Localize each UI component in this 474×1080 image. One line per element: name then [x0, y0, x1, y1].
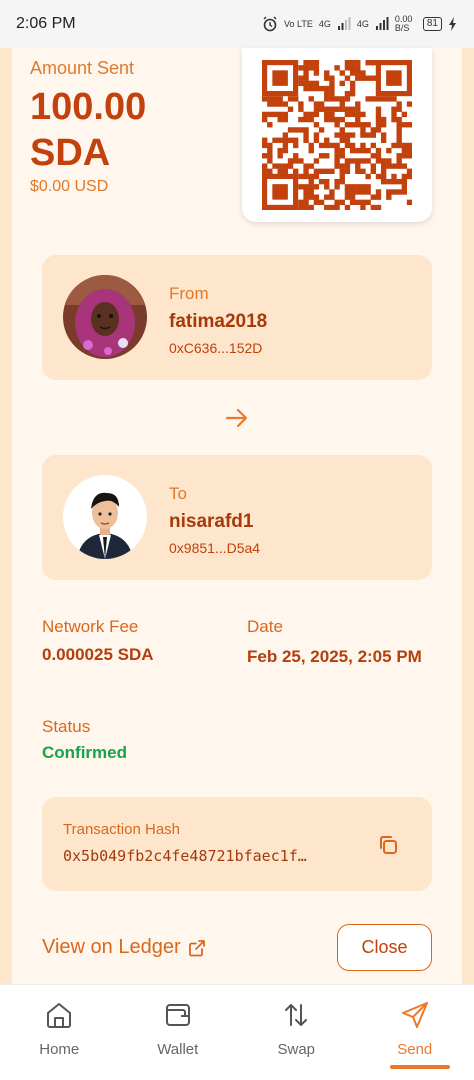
- amount-usd: $0.00 USD: [30, 178, 109, 195]
- network-speed: 0.00 B/S: [394, 14, 413, 33]
- nav-label-swap: Swap: [277, 1041, 316, 1058]
- transaction-hash-value: 0x5b049fb2c4fe48721bfaec1f…: [63, 847, 307, 865]
- nav-item-send[interactable]: Send: [356, 985, 474, 1080]
- from-card: From fatima2018 0xC636...152D: [42, 255, 432, 380]
- date-value: Feb 25, 2025, 2:05 PM: [247, 647, 422, 666]
- arrow-right-icon: [225, 408, 248, 428]
- network-fee-label: Network Fee: [42, 617, 139, 636]
- to-avatar: [63, 475, 147, 559]
- nav-item-swap[interactable]: Swap: [237, 985, 356, 1080]
- battery-icon: 81: [422, 17, 442, 31]
- network-4g-1: 4G: [318, 19, 331, 29]
- from-avatar: [63, 275, 147, 359]
- status-badge: Confirmed: [42, 743, 127, 762]
- to-card: To nisarafd1 0x9851...D5a4: [42, 455, 432, 580]
- to-label: To: [169, 484, 187, 503]
- nav-label-home: Home: [39, 1041, 80, 1058]
- signal-icon: [337, 17, 351, 30]
- to-address: 0x9851...D5a4: [169, 540, 261, 556]
- network-fee-value: 0.000025 SDA: [42, 645, 154, 664]
- nav-item-home[interactable]: Home: [0, 985, 119, 1080]
- nav-label-send: Send: [397, 1041, 433, 1058]
- status-label: Status: [42, 717, 91, 736]
- signal-icon: [375, 17, 389, 30]
- date-label: Date: [247, 617, 283, 636]
- network-4g-2: 4G: [356, 19, 369, 29]
- volte-indicator: Vo LTE: [283, 19, 313, 29]
- view-on-ledger-link[interactable]: View on Ledger: [42, 936, 207, 959]
- from-label: From: [169, 284, 209, 303]
- nav-label-wallet: Wallet: [157, 1041, 199, 1058]
- amount-value: 100.00 SDA: [30, 86, 147, 174]
- from-address: 0xC636...152D: [169, 340, 263, 356]
- transaction-hash-card: Transaction Hash 0x5b049fb2c4fe48721bfae…: [42, 797, 432, 891]
- bottom-nav: Home Wallet Swap Send: [0, 984, 474, 1080]
- alarm-icon: [263, 16, 277, 32]
- transaction-hash-label: Transaction Hash: [63, 821, 180, 838]
- active-tab-indicator: [389, 1065, 450, 1069]
- view-on-ledger-label: View on Ledger: [42, 936, 181, 958]
- swap-icon: [285, 1004, 308, 1026]
- amount-label: Amount Sent: [30, 58, 135, 78]
- home-icon: [47, 1003, 72, 1028]
- status-time: 2:06 PM: [16, 15, 76, 32]
- status-icons: Vo LTE 4G 4G 0.00 B/S 81: [262, 15, 458, 33]
- status-bar: 2:06 PM Vo LTE 4G 4G 0.00 B/S 81: [0, 0, 474, 48]
- send-icon: [401, 1002, 428, 1028]
- external-link-icon: [188, 939, 205, 956]
- wallet-icon: [165, 1004, 190, 1026]
- nav-item-wallet[interactable]: Wallet: [119, 985, 238, 1080]
- copy-icon[interactable]: [376, 833, 400, 857]
- qr-code: [242, 48, 432, 222]
- from-username: fatima2018: [169, 311, 268, 332]
- charging-icon: [449, 17, 456, 31]
- close-button[interactable]: Close: [337, 924, 432, 971]
- to-username: nisarafd1: [169, 511, 254, 532]
- qr-code-image: [262, 60, 412, 210]
